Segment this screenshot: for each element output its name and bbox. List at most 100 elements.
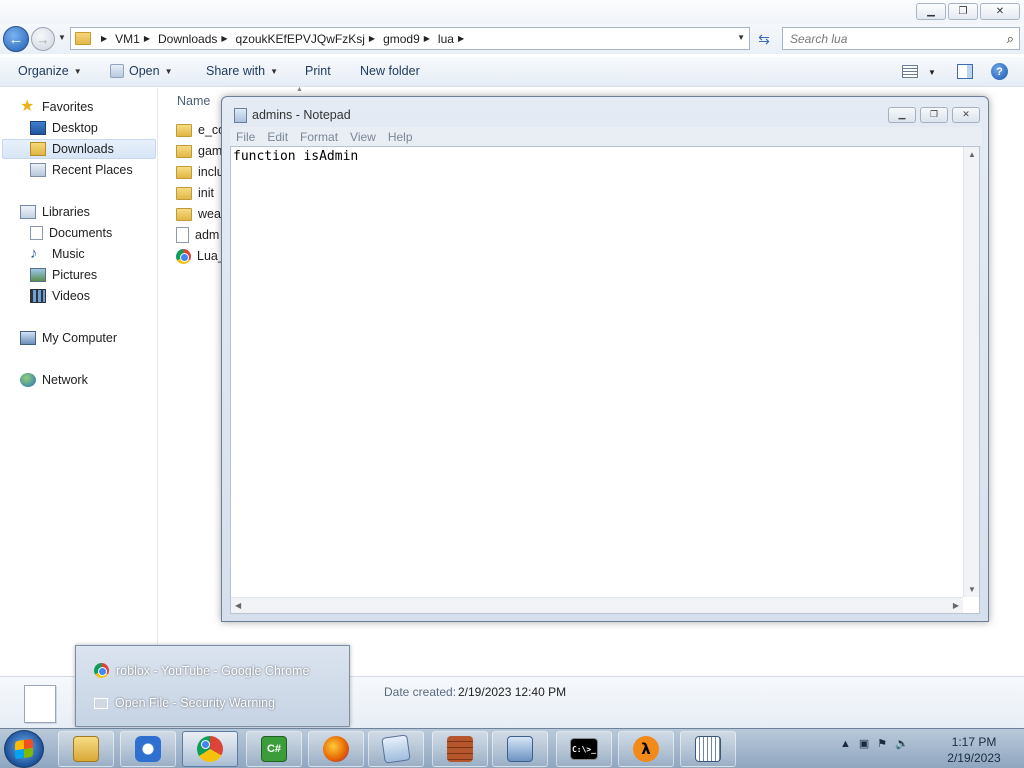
desktop-icon — [30, 121, 46, 135]
maximize-button[interactable]: ❐ — [948, 3, 978, 20]
organize-button[interactable]: Organize ▼ — [18, 64, 82, 78]
breadcrumb-item[interactable]: gmod9 ▶ — [383, 32, 438, 46]
taskbar-half-life-2[interactable]: λ — [618, 731, 674, 767]
chevron-right-icon[interactable]: ▶ — [144, 34, 150, 43]
nav-music[interactable]: ♪ Music — [30, 244, 85, 264]
taskbar-notepad[interactable] — [368, 731, 424, 767]
maximize-button[interactable]: ❐ — [920, 107, 948, 123]
volume-icon[interactable]: 🔈 — [895, 737, 909, 750]
search-icon[interactable]: ⌕ — [1007, 31, 1014, 47]
chevron-right-icon[interactable]: ▶ — [101, 34, 107, 43]
nav-libraries[interactable]: Libraries — [20, 202, 90, 222]
music-icon: ♪ — [30, 245, 38, 262]
chrome-icon — [94, 663, 109, 678]
recent-places-icon — [30, 163, 46, 177]
taskbar-chrome[interactable] — [182, 731, 238, 767]
notepad-icon[interactable] — [234, 108, 247, 123]
taskbar-explorer[interactable] — [58, 731, 114, 767]
chevron-right-icon[interactable]: ▶ — [458, 34, 464, 43]
chevron-right-icon[interactable]: ▶ — [221, 34, 227, 43]
breadcrumb-item[interactable]: VM1 ▶ — [115, 32, 158, 46]
nav-network[interactable]: Network — [20, 370, 88, 390]
breadcrumb-label: VM1 — [115, 31, 140, 46]
nav-my-computer[interactable]: My Computer — [20, 328, 117, 348]
back-button[interactable]: ← — [3, 26, 29, 52]
chevron-down-icon[interactable]: ▼ — [737, 33, 745, 42]
minimize-button[interactable]: ▁ — [916, 3, 946, 20]
address-bar[interactable]: ▶ VM1 ▶ Downloads ▶ qzoukKEfEPVJQwFzKsj ▶ g… — [70, 27, 750, 50]
list-item[interactable]: inclu — [176, 162, 224, 182]
arrow-left-icon: ← — [8, 30, 24, 48]
chevron-right-icon[interactable]: ▶ — [424, 34, 430, 43]
nav-favorites[interactable]: ★ Favorites — [20, 97, 93, 117]
file-name: adm — [195, 228, 220, 242]
taskbar-control-panel[interactable] — [492, 731, 548, 767]
taskbar-cmd[interactable]: C:\>_ — [556, 731, 612, 767]
breadcrumb-item[interactable]: qzoukKEfEPVJQwFzKsj ▶ — [236, 32, 384, 46]
list-item[interactable]: gam — [176, 141, 222, 161]
start-button[interactable] — [4, 730, 44, 768]
refresh-icon[interactable]: ⇆ — [754, 29, 774, 49]
new-folder-button[interactable]: New folder — [360, 64, 420, 78]
folder-icon — [73, 736, 99, 762]
menu-file[interactable]: File — [230, 130, 261, 144]
list-item[interactable]: Lua_ — [176, 246, 225, 266]
open-button[interactable]: Open ▼ — [110, 64, 173, 78]
list-item[interactable]: init — [176, 183, 214, 203]
horizontal-scrollbar[interactable]: ◀ ▶ — [231, 597, 963, 613]
recent-pages-dropdown[interactable]: ▼ — [58, 33, 66, 42]
chevron-down-icon[interactable]: ▼ — [928, 68, 936, 77]
nav-videos[interactable]: Videos — [30, 286, 90, 306]
taskbar-csharp[interactable]: C# — [246, 731, 302, 767]
close-button[interactable]: ✕ — [980, 3, 1020, 20]
nav-pictures[interactable]: Pictures — [30, 265, 97, 285]
action-center-icon[interactable]: ⚑ — [877, 737, 887, 750]
popup-item-security-warning[interactable]: Open File - Security Warning — [94, 696, 275, 710]
network-tray-icon[interactable]: ▣ — [859, 737, 869, 750]
scroll-right-icon[interactable]: ▶ — [953, 601, 959, 610]
command-prompt-icon: C:\>_ — [570, 738, 598, 760]
minimize-button[interactable]: ▁ — [888, 107, 916, 123]
breadcrumb-label: gmod9 — [383, 31, 420, 46]
taskbar-media-player[interactable] — [120, 731, 176, 767]
vertical-scrollbar[interactable]: ▲ ▼ — [963, 147, 979, 597]
search-input[interactable]: Search lua ⌕ — [782, 27, 1020, 50]
list-item[interactable]: e_co — [176, 120, 225, 140]
menu-format[interactable]: Format — [294, 130, 344, 144]
taskbar-firefox[interactable] — [308, 731, 364, 767]
taskbar-thumbnail-popup: roblox - YouTube - Google Chrome Open Fi… — [75, 645, 350, 727]
taskbar-firewall[interactable] — [432, 731, 488, 767]
folder-icon — [176, 123, 192, 137]
nav-documents[interactable]: Documents — [30, 223, 112, 243]
breadcrumb-label: Downloads — [158, 31, 218, 46]
print-button[interactable]: Print — [305, 64, 331, 78]
help-icon[interactable]: ? — [991, 63, 1008, 80]
scroll-down-icon[interactable]: ▼ — [968, 585, 976, 594]
preview-pane-icon[interactable] — [957, 64, 973, 79]
menu-view[interactable]: View — [344, 130, 382, 144]
nav-label: Libraries — [42, 205, 90, 219]
nav-recent-places[interactable]: Recent Places — [30, 160, 133, 180]
list-item[interactable]: adm — [176, 225, 219, 245]
nav-desktop[interactable]: Desktop — [30, 118, 98, 138]
show-hidden-icons-icon[interactable]: ▲ — [840, 738, 851, 750]
change-view-icon[interactable] — [902, 65, 918, 78]
taskbar-keyboard[interactable] — [680, 731, 736, 767]
menu-help[interactable]: Help — [382, 130, 419, 144]
scroll-up-icon[interactable]: ▲ — [968, 150, 976, 159]
nav-downloads[interactable]: Downloads — [2, 139, 156, 159]
popup-item-chrome[interactable]: roblox - YouTube - Google Chrome — [94, 663, 309, 678]
forward-button[interactable]: → — [31, 27, 55, 51]
notepad-text-area[interactable]: function isAdmin ▲ ▼ ◀ ▶ — [230, 146, 980, 614]
share-with-button[interactable]: Share with ▼ — [206, 64, 278, 78]
close-button[interactable]: ✕ — [952, 107, 980, 123]
menu-edit[interactable]: Edit — [261, 130, 294, 144]
scroll-left-icon[interactable]: ◀ — [235, 601, 241, 610]
chevron-right-icon[interactable]: ▶ — [369, 34, 375, 43]
clock[interactable]: 1:17 PM 2/19/2023 — [944, 734, 1004, 766]
window-icon — [94, 697, 108, 709]
breadcrumb-item[interactable]: Downloads ▶ — [158, 32, 236, 46]
column-header-name[interactable]: Name — [177, 94, 210, 108]
breadcrumb-item[interactable]: lua ▶ — [438, 32, 472, 46]
notepad-menubar: File Edit Format View Help — [230, 127, 982, 146]
